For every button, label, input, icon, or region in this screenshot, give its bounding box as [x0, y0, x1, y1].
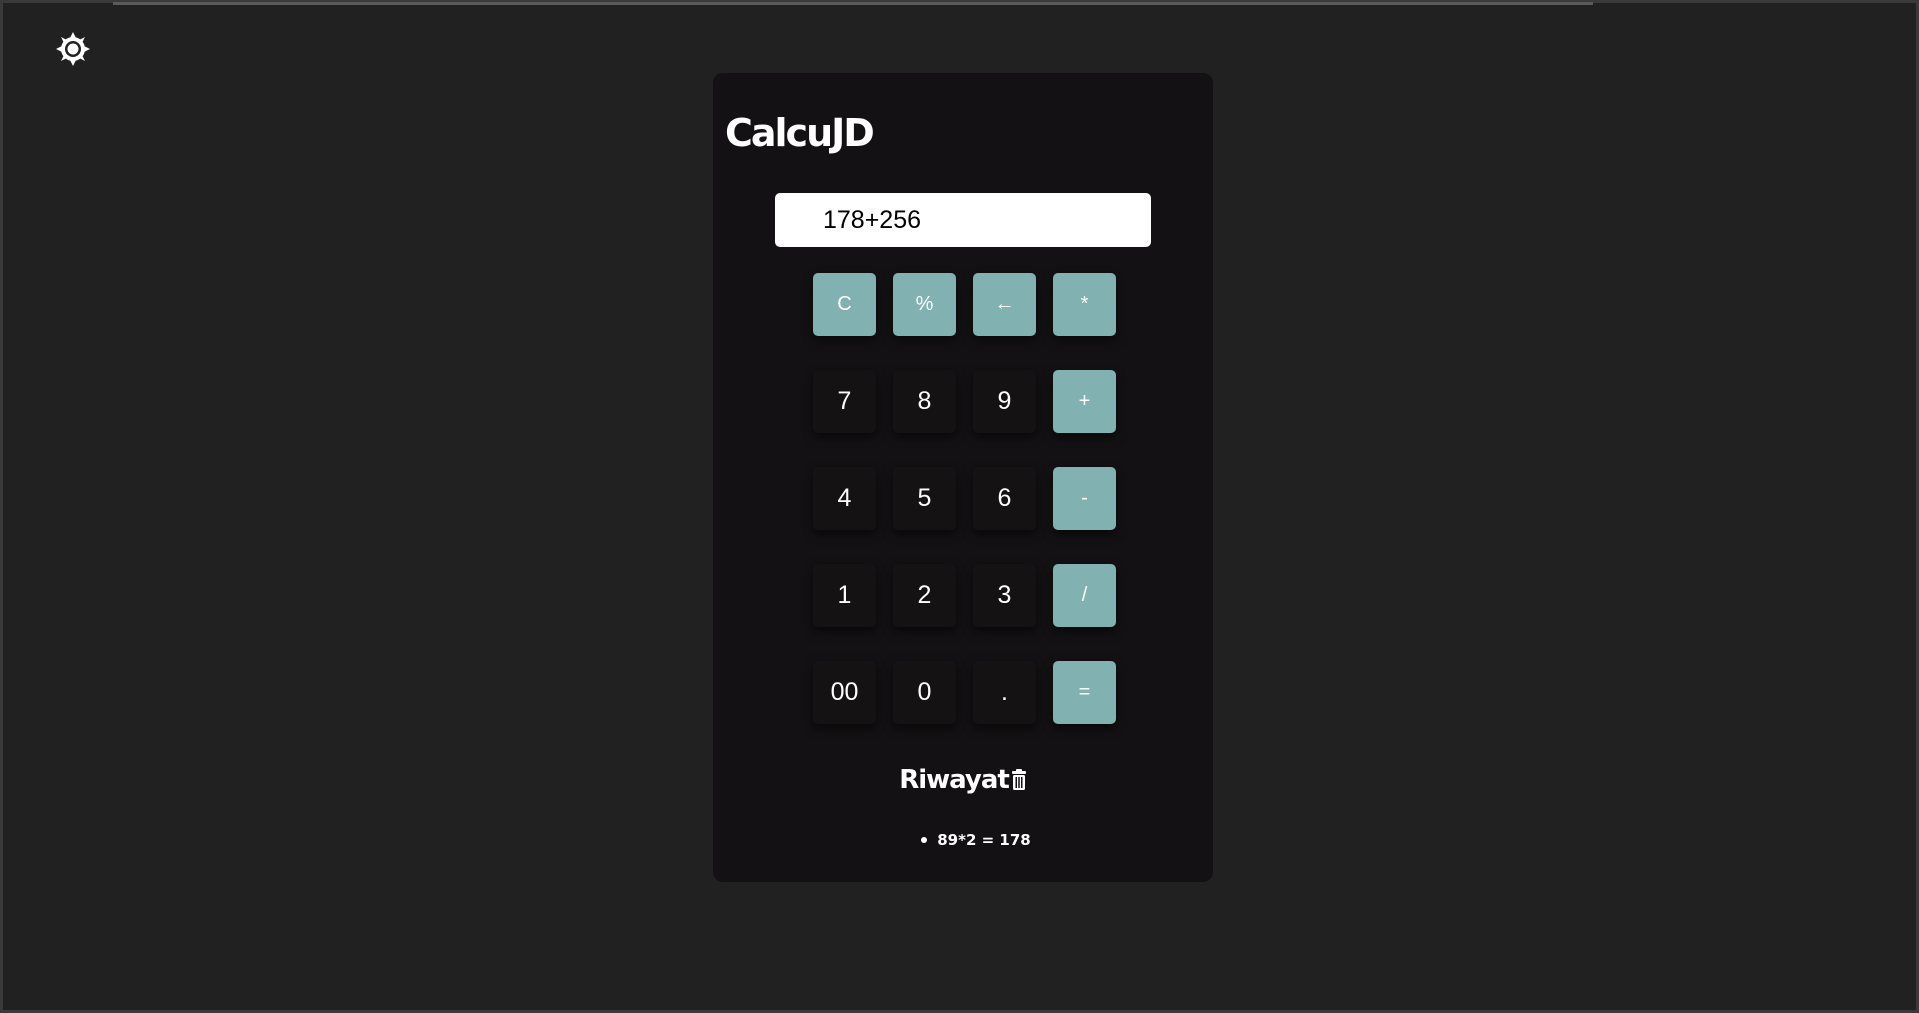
history-title: Riwayat [899, 765, 1010, 795]
clear-button[interactable]: C [813, 273, 876, 336]
history-item: 89*2 = 178 [921, 831, 1031, 849]
digit-1-button[interactable]: 1 [813, 564, 876, 627]
history-header: Riwayat [713, 765, 1213, 795]
equals-button[interactable]: = [1053, 661, 1116, 724]
double-zero-button[interactable]: 00 [813, 661, 876, 724]
calculator-card: CalcuJD C%←*789+456-123/000.= Riwayat 89… [713, 73, 1213, 882]
calculator-display[interactable] [775, 193, 1151, 247]
history-item-text: 89*2 = 178 [937, 831, 1031, 849]
digit-3-button[interactable]: 3 [973, 564, 1036, 627]
multiply-button[interactable]: * [1053, 273, 1116, 336]
subtract-button[interactable]: - [1053, 467, 1116, 530]
history-list: 89*2 = 178 [713, 828, 1213, 849]
digit-0-button[interactable]: 0 [893, 661, 956, 724]
digit-9-button[interactable]: 9 [973, 370, 1036, 433]
add-button[interactable]: + [1053, 370, 1116, 433]
digit-2-button[interactable]: 2 [893, 564, 956, 627]
digit-4-button[interactable]: 4 [813, 467, 876, 530]
theme-toggle-button[interactable] [53, 31, 93, 71]
keypad: C% ← * 7 8 9 +4 5 6-1 2 3/00 0. = [813, 273, 1116, 724]
digit-8-button[interactable]: 8 [893, 370, 956, 433]
digit-7-button[interactable]: 7 [813, 370, 876, 433]
backspace-button[interactable]: ← [973, 273, 1036, 336]
sun-icon [55, 31, 91, 71]
digit-6-button[interactable]: 6 [973, 467, 1036, 530]
bullet-icon [921, 837, 928, 843]
digit-5-button[interactable]: 5 [893, 467, 956, 530]
trash-icon[interactable] [1011, 769, 1027, 791]
app-title: CalcuJD [725, 111, 875, 155]
decimal-button[interactable]: . [973, 661, 1036, 724]
top-bar [113, 2, 1593, 5]
divide-button[interactable]: / [1053, 564, 1116, 627]
percent-button[interactable]: % [893, 273, 956, 336]
